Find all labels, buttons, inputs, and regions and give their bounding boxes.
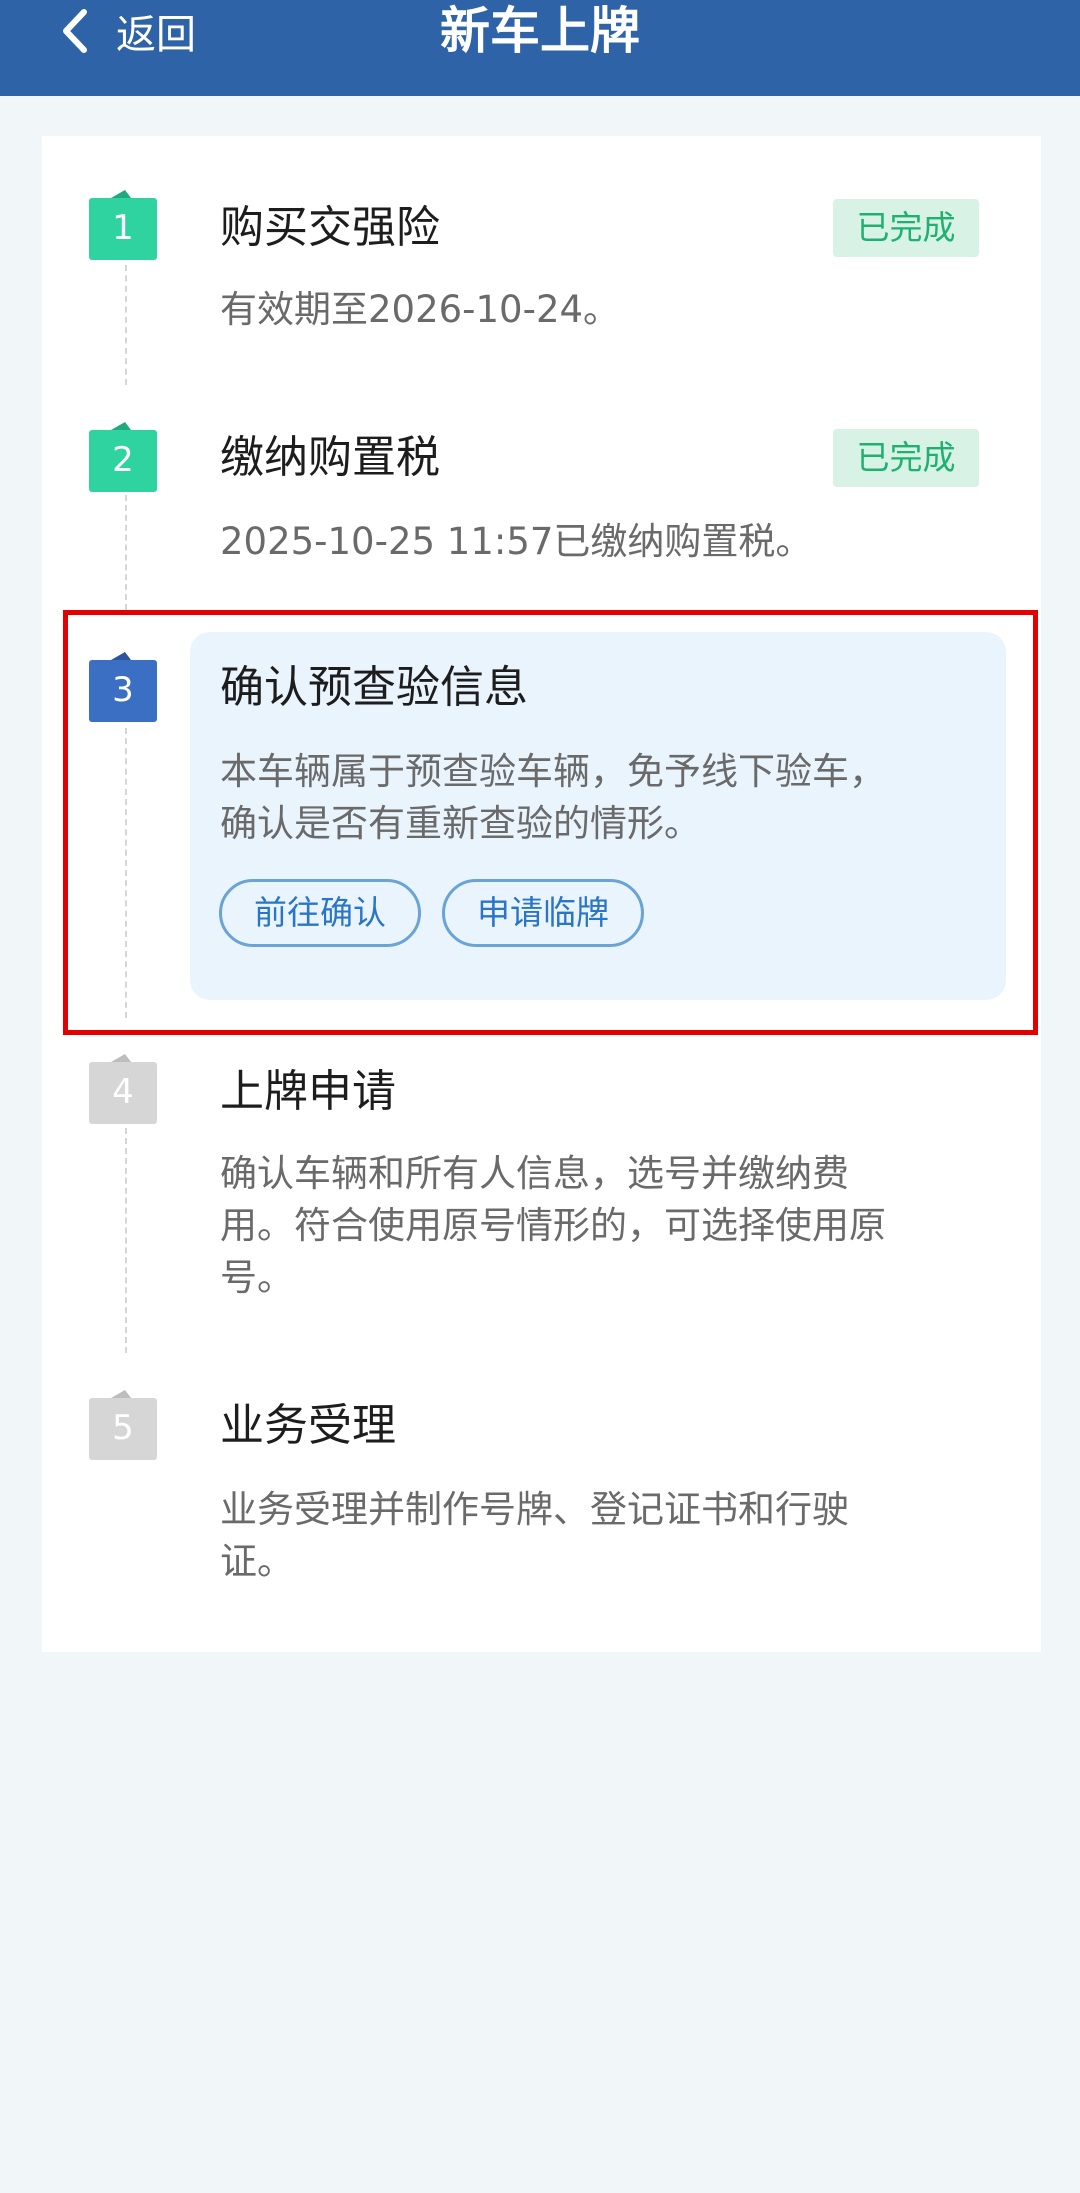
step-description-line: 用。符合使用原号情形的，可选择使用原 (220, 1204, 886, 1247)
step-badge-4: 4 (89, 1050, 157, 1124)
step-description: 有效期至2026-10-24。 (220, 284, 620, 336)
page-title: 新车上牌 (440, 2, 640, 60)
step-description: 确认车辆和所有人信息，选号并缴纳费 用。符合使用原号情形的，可选择使用原 号。 (220, 1148, 886, 1304)
step-badge-5: 5 (89, 1386, 157, 1460)
step-description-line: 确认车辆和所有人信息，选号并缴纳费 (220, 1152, 849, 1195)
step-description-line: 证。 (220, 1540, 294, 1583)
step-title: 购买交强险 (220, 202, 440, 253)
step-title: 上牌申请 (220, 1066, 396, 1117)
timeline-connector (125, 1128, 127, 1353)
step-badge-1: 1 (89, 186, 157, 260)
step-title: 缴纳购置税 (220, 432, 440, 483)
highlight-frame (63, 610, 1038, 1035)
status-badge: 已完成 (833, 429, 979, 487)
timeline-connector (125, 495, 127, 610)
step-description: 业务受理并制作号牌、登记证书和行驶 证。 (220, 1484, 849, 1588)
step-badge-2: 2 (89, 418, 157, 492)
step-number: 2 (112, 440, 134, 480)
step-description-line: 有效期至2026-10-24。 (220, 288, 621, 331)
step-title: 业务受理 (220, 1400, 396, 1451)
step-description: 2025-10-25 11:57已缴纳购置税。 (220, 516, 812, 568)
header-bar: 返回 新车上牌 (0, 0, 1080, 96)
step-description-line: 2025-10-25 11:57已缴纳购置税。 (220, 520, 813, 563)
status-badge: 已完成 (833, 199, 979, 257)
step-number: 4 (112, 1072, 134, 1112)
step-number: 5 (112, 1408, 134, 1448)
step-description-line: 业务受理并制作号牌、登记证书和行驶 (220, 1488, 849, 1531)
timeline-connector (125, 265, 127, 385)
step-description-line: 号。 (220, 1256, 294, 1299)
step-number: 1 (112, 208, 134, 248)
